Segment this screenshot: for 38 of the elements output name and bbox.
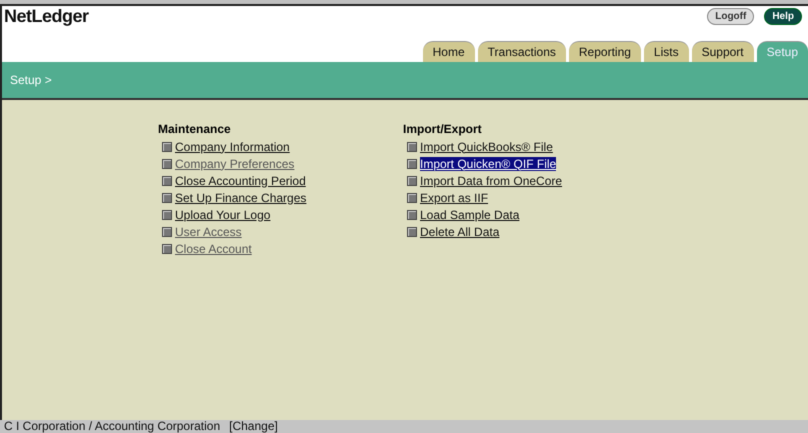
setup-link[interactable]: Import Quicken® QIF File — [420, 156, 556, 170]
bullet-icon — [162, 142, 172, 152]
section-title: Maintenance — [158, 122, 232, 136]
setup-link[interactable]: Delete All Data — [420, 224, 500, 238]
header-button[interactable]: Logoff — [707, 8, 754, 25]
bullet-icon — [162, 192, 172, 202]
tab[interactable]: Lists — [644, 41, 689, 62]
bullet-icon — [407, 158, 417, 168]
tab[interactable]: Home — [422, 41, 475, 62]
bullet-icon — [407, 226, 417, 236]
setup-link[interactable]: Company Information — [175, 140, 290, 154]
tab[interactable]: Transactions — [478, 41, 566, 62]
bullet-icon — [162, 176, 172, 186]
header-button[interactable]: Help — [764, 8, 802, 25]
change-link[interactable]: [Change] — [229, 420, 278, 433]
setup-link[interactable]: Import Data from OneCore — [420, 174, 562, 188]
section-title: Import/Export — [403, 122, 483, 136]
company-name: C I Corporation / Accounting Corporation — [4, 420, 220, 433]
setup-link[interactable]: Export as IIF — [420, 190, 488, 204]
setup-link[interactable]: Close Accounting Period — [175, 174, 306, 188]
bullet-icon — [162, 226, 172, 236]
bullet-icon — [407, 142, 417, 152]
bullet-icon — [407, 176, 417, 186]
setup-link[interactable]: User Access — [175, 224, 242, 238]
bullet-icon — [162, 158, 172, 168]
bullet-icon — [162, 210, 172, 220]
logo: NetLedger — [4, 6, 89, 26]
tab[interactable]: Reporting — [568, 41, 641, 62]
bullet-icon — [407, 192, 417, 202]
setup-link[interactable]: Import QuickBooks® File — [420, 140, 553, 154]
tab[interactable]: Support — [692, 41, 754, 62]
bullet-icon — [407, 210, 417, 220]
bullet-icon — [162, 244, 172, 254]
setup-link[interactable]: Upload Your Logo — [175, 208, 270, 222]
setup-link[interactable]: Close Account — [175, 242, 252, 256]
setup-link[interactable]: Set Up Finance Charges — [175, 190, 306, 204]
setup-link[interactable]: Load Sample Data — [420, 208, 520, 222]
setup-link[interactable]: Company Preferences — [175, 156, 294, 170]
